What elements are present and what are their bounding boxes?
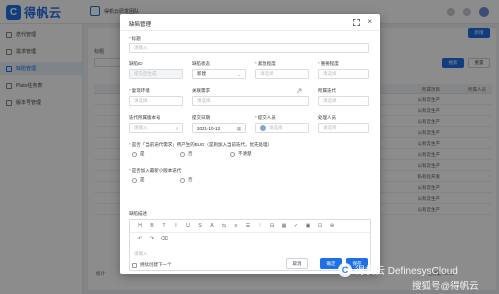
q2-option-no[interactable]: 否 [180, 177, 193, 183]
font-size-icon[interactable]: T [158, 221, 170, 231]
requirement-select[interactable]: 请选择 [192, 96, 309, 106]
handler-select[interactable]: 请选择 [318, 123, 369, 133]
defect-id-field: 提交后生成 [129, 69, 183, 79]
bold-icon[interactable]: B [146, 221, 158, 231]
watermark: C 得帆云 DefinesysCloud [338, 262, 458, 277]
strikethrough-icon[interactable]: S [194, 221, 206, 231]
q1-label: *是否「当前迭代需求」所产生的BUG（是则加入当前迭代，优先处理） [129, 142, 273, 147]
watermark-logo-icon: C [338, 262, 352, 277]
italic-icon[interactable]: I [170, 221, 182, 231]
search-icon[interactable]: ⌕ [175, 126, 178, 131]
description-label: 缺陷描述 [129, 211, 147, 216]
q1-option-no[interactable]: 否 [180, 151, 193, 157]
close-icon[interactable]: × [367, 18, 372, 26]
link-icon[interactable] [296, 88, 302, 94]
font-color-icon[interactable]: A [206, 221, 218, 231]
title-input[interactable]: 请输入 [129, 43, 369, 53]
underline-icon[interactable]: U [182, 221, 194, 231]
redo-icon[interactable]: ↷ [146, 234, 158, 244]
requirement-label: 关联需求 [192, 88, 210, 93]
radio-icon [132, 151, 137, 157]
iteration-label: 所属迭代 [318, 88, 336, 93]
table-icon[interactable]: ▦ [278, 221, 290, 231]
severity-label: *紧急程度 [255, 61, 276, 66]
radio-icon [230, 151, 235, 157]
editor-toolbar-row2: ↶ ↷ ⌫ [130, 233, 370, 244]
q1-option-unsure[interactable]: 不清楚 [230, 151, 252, 157]
image-icon[interactable]: ▣ [302, 221, 314, 231]
user-avatar-icon [260, 125, 266, 131]
env-select[interactable]: 请选择 [129, 96, 183, 106]
date-label: 提交日期 [192, 115, 210, 120]
version-input[interactable]: 请输入 ⌕ [129, 123, 183, 133]
undo-icon[interactable]: ↶ [134, 234, 146, 244]
modal-title: 缺陷管理 [129, 22, 152, 28]
submitter-label: *提交人员 [255, 115, 276, 120]
continue-create-checkbox[interactable]: 继续创建下一个 [132, 262, 172, 268]
radio-icon [132, 177, 137, 183]
expand-icon[interactable] [353, 19, 360, 26]
link-icon[interactable]: ⇆ [218, 221, 230, 231]
editor-toolbar: H B T I U S A ⇆ ≡ ☰ ⁝ ⊟ ▦ ✓ ▣ ⊡ ⊕ [130, 220, 370, 233]
defect-modal: 缺陷管理 × *标题 请输入 缺陷ID 提交后生成 缺陷状态 新建 ⌄ *紧急程度… [120, 14, 380, 274]
checklist-icon[interactable]: ✓ [290, 221, 302, 231]
modal-header: 缺陷管理 × [120, 14, 380, 31]
calendar-icon: ▦ [236, 126, 241, 131]
ordered-list-icon[interactable]: ⁝ [254, 221, 266, 231]
defect-id-label: 缺陷ID [129, 61, 143, 66]
status-label: 缺陷状态 [192, 61, 210, 66]
iteration-select[interactable]: 请选择 [318, 96, 369, 106]
version-label: 迭代所属版本号 [129, 115, 161, 120]
align-icon[interactable]: ≡ [230, 221, 242, 231]
q2-option-yes[interactable]: 是 [132, 177, 145, 183]
video-icon[interactable]: ⊡ [314, 221, 326, 231]
severity-select[interactable]: 请选择 [255, 69, 309, 79]
radio-icon [180, 177, 185, 183]
indent-icon[interactable]: ⊟ [266, 221, 278, 231]
priority-label: *重要程度 [318, 61, 339, 66]
date-picker[interactable]: 2021-10-13 ▦ [192, 123, 246, 133]
heading-icon[interactable]: H [134, 221, 146, 231]
radio-icon [180, 151, 185, 157]
insert-icon[interactable]: ⊕ [326, 221, 338, 231]
watermark-sub: 搜狐号@得帆云 [412, 281, 479, 292]
title-label: *标题 [129, 36, 141, 41]
editor-placeholder: 请输入 [134, 251, 148, 256]
q1-option-yes[interactable]: 是 [132, 151, 145, 157]
submitter-select[interactable]: 请选择 [255, 123, 309, 133]
priority-select[interactable]: 请选择 [318, 69, 369, 79]
env-label: *复现环境 [129, 88, 150, 93]
list-icon[interactable]: ☰ [242, 221, 254, 231]
cancel-button[interactable]: 取消 [286, 258, 308, 269]
watermark-text: 得帆云 DefinesysCloud [355, 266, 458, 277]
status-select[interactable]: 新建 ⌄ [192, 69, 246, 79]
clear-format-icon[interactable]: ⌫ [158, 234, 170, 244]
handler-label: 处理人员 [318, 115, 336, 120]
q2-label: *是否加入最新小版本迭代 [129, 168, 182, 173]
checkbox-icon [132, 262, 137, 268]
chevron-down-icon: ⌄ [237, 72, 241, 77]
